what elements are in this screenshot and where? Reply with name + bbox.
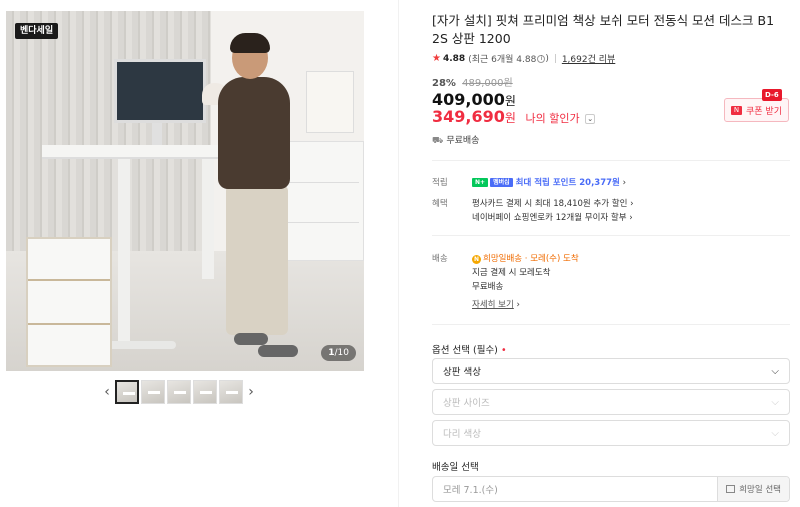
thumbnail-prev-button[interactable]: ‹ [100,384,114,400]
discount-row: 28% 489,000원 [432,74,513,89]
thumbnail-4[interactable] [193,380,217,404]
product-title: [자가 설치] 핏쳐 프리미엄 책상 보쉬 모터 전동식 모션 데스크 B1 2… [432,13,775,46]
image-monitor [114,59,206,123]
image-person-shoe [258,345,298,357]
image-counter: 1/10 [321,345,356,361]
divider [554,54,556,63]
chevron-right-icon: › [630,199,634,209]
option-select-leg-color[interactable]: 다리 색상 ⌵ [432,420,790,446]
benefit-installment[interactable]: 네이버페이 쇼핑엔로카 12개월 무이자 할부 › [472,211,633,223]
chevron-down-icon[interactable]: ⌄ [585,114,596,124]
hope-date-button[interactable]: 희망일 선택 [717,477,789,501]
option-select-top-size[interactable]: 상판 사이즈 ⌵ [432,389,790,415]
delivery-line-2: 지금 결제 시 모레도착 [472,268,551,278]
chevron-down-icon: ⌵ [771,427,779,439]
divider [432,235,790,236]
sale-price-unit: 원 [504,94,516,108]
option-select-label: 다리 색상 [443,429,481,440]
naver-n-icon: N [472,255,481,264]
thumbnail-3[interactable] [167,380,191,404]
thumbnail-strip: ‹ › [100,380,258,404]
required-mark: • [500,345,507,356]
my-price-label: 나의 할인가 [525,112,580,125]
coupon-button[interactable]: N 쿠폰 받기 [724,98,789,122]
delivery-detail-link[interactable]: 자세히 보기 › [472,298,520,310]
delivery-date-field[interactable]: 모레 7.1.(수) 희망일 선택 [432,476,790,502]
rating-recent-close: ) [545,53,549,64]
hope-delivery-text: 희망일배송 · 모레(수) 도착 [483,254,579,264]
thumbnail-2[interactable] [141,380,165,404]
divider [432,324,790,325]
original-price: 489,000원 [462,78,513,89]
discount-rate: 28% [432,78,456,89]
chevron-right-icon: › [629,213,633,223]
shipping-text: 무료배송 [446,136,480,146]
calendar-icon [726,485,736,493]
rating-row: ★ 4.88 (최근 6개월 4.88 i ) 1,692건 리뷰 [432,52,615,65]
rating-recent: (최근 6개월 4.88 [468,55,537,65]
hope-delivery: N 희망일배송 · 모레(수) 도착 [472,252,579,264]
shipping-info: ⛟ 무료배송 [432,133,479,147]
image-person-shoe [234,333,268,345]
hope-date-button-label: 희망일 선택 [739,485,781,495]
benefit-line-2: 네이버페이 쇼핑엔로카 12개월 무이자 할부 [472,213,627,223]
image-desk-leg [118,159,130,344]
membership-badge: 멤버십 [490,178,513,187]
brand-logo: 벤다세일 [15,23,59,39]
thumbnail-next-button[interactable]: › [244,384,258,400]
image-person-hair [230,33,270,53]
star-icon: ★ [432,53,441,64]
my-price-value: 349,690 [432,107,505,126]
option-title-text: 옵션 선택 (필수) [432,345,498,356]
truck-icon: ⛟ [432,136,444,146]
image-desk-leg [202,159,214,279]
naver-plus-badge: N+ [472,178,489,187]
divider [432,160,790,161]
delivery-date-value: 모레 7.1.(수) [443,485,498,496]
benefit-line-1: 평사카드 결제 시 최대 18,410원 추가 할인 [472,199,628,209]
column-divider [398,0,399,507]
detail-link-text: 자세히 보기 [472,300,514,310]
review-count-link[interactable]: 1,692건 리뷰 [562,52,615,65]
benefit-card-discount[interactable]: 평사카드 결제 시 최대 18,410원 추가 할인 › [472,197,634,209]
image-wall-frame [306,71,354,133]
chevron-right-icon: › [622,178,626,188]
image-counter-total: /10 [334,348,349,358]
info-icon[interactable]: i [537,54,546,63]
delivery-date-title: 배송일 선택 [432,462,479,473]
option-select-label: 상판 사이즈 [443,398,490,409]
delivery-label: 배송 [432,254,448,264]
product-main-image[interactable]: 벤다세일 1/10 [6,11,364,371]
image-monitor-stand [152,123,162,145]
chevron-down-icon: ⌵ [771,365,779,377]
thumbnail-5[interactable] [219,380,243,404]
points-text: 최대 적립 포인트 20,377원 [515,178,620,188]
chevron-down-icon: ⌵ [771,396,779,408]
image-person-legs [226,185,288,335]
option-select-top-color[interactable]: 상판 색상 ⌵ [432,358,790,384]
coupon-dday-badge: D-6 [762,89,782,101]
benefit-label: 혜택 [432,199,448,209]
coupon-icon: N [731,105,742,115]
rating-score: 4.88 [442,53,466,64]
thumbnail-1[interactable] [115,380,139,404]
my-discount-price: 349,690원 나의 할인가 ⌄ [432,107,596,126]
chevron-right-icon: › [516,300,520,310]
image-drawer [26,237,112,367]
image-person-body [218,77,290,189]
delivery-line-3: 무료배송 [472,282,504,292]
coupon-label: 쿠폰 받기 [746,106,782,117]
points-label: 적립 [432,178,448,188]
option-section-title: 옵션 선택 (필수) • [432,342,507,356]
points-row[interactable]: N+ 멤버십 최대 적립 포인트 20,377원 › [472,176,626,188]
option-select-label: 상판 색상 [443,367,481,378]
my-price-unit: 원 [504,111,516,125]
